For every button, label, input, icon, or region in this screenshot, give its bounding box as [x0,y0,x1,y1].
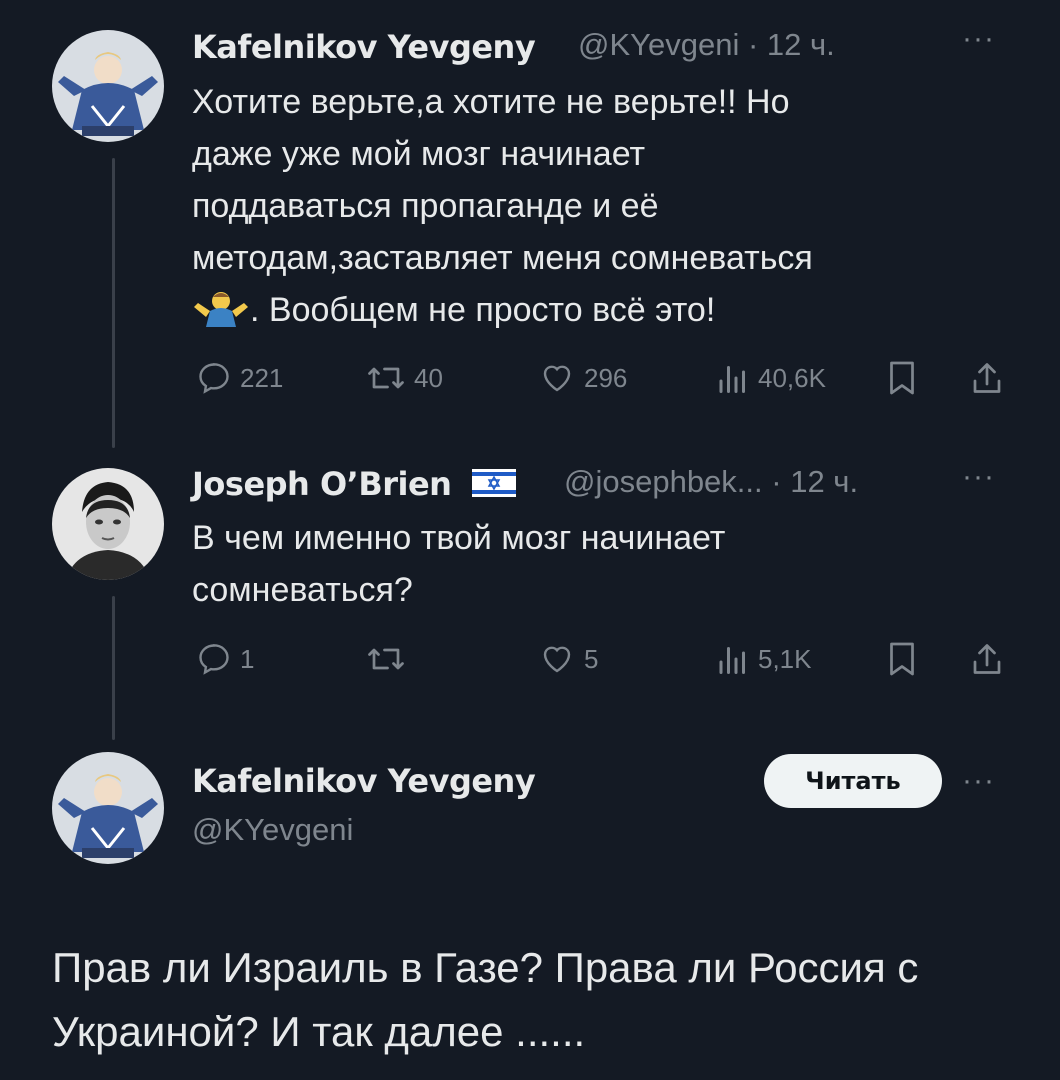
tweet-text-line: сомневаться? [192,571,413,609]
thread-line [112,596,115,740]
tweet-actions: 1 5 5,1K [196,637,1006,681]
timestamp[interactable]: · 12 ч. [748,27,835,62]
reply-count: 221 [240,362,284,393]
tweet-text-line: методам,заставляет меня сомневаться [192,239,813,277]
reply-button[interactable]: 221 [196,356,283,400]
israel-flag-icon [472,467,517,497]
like-count: 5 [584,643,599,674]
tweet-text-line: поддаваться пропаганде и её [192,187,659,225]
views-button[interactable]: 40,6K [716,356,826,400]
tweet-text-line: даже уже мой мозг начинает [192,135,646,173]
like-icon [543,646,571,673]
profile-handle[interactable]: @KYevgeni [192,812,353,848]
thread-line [112,158,115,448]
tweet-actions: 221 40 296 40,6K [196,356,1006,400]
like-button[interactable]: 5 [538,637,598,681]
like-count: 296 [584,362,628,393]
views-icon [719,647,745,674]
share-button[interactable] [970,637,1004,681]
profile-name[interactable]: Kafelnikov Yevgeny [192,762,536,800]
tweet-text: В чем именно твой мозг начинает сомневат… [192,512,725,616]
main-post-line: Прав ли Израиль в Газе? Права ли Россия … [52,944,919,991]
views-count: 40,6K [758,362,826,393]
avatar-joseph[interactable] [52,468,164,580]
bookmark-icon [890,361,914,395]
timestamp[interactable]: · 12 ч. [771,464,858,499]
tweet-text-line: . Вообщем не просто всё это! [192,284,813,336]
follow-button[interactable]: Читать [764,754,942,808]
tweet-meta: @KYevgeni · 12 ч. [578,27,835,63]
views-count: 5,1K [758,643,812,674]
reply-icon [199,644,229,675]
reply-button[interactable]: 1 [196,637,254,681]
author-name-text: Joseph O’Brien [192,465,452,503]
more-options-icon[interactable]: ··· [962,460,995,494]
retweet-button[interactable] [366,637,414,681]
avatar-kafelnikov[interactable] [52,752,164,864]
bookmark-button[interactable] [886,637,918,681]
more-options-icon[interactable]: ··· [962,764,995,798]
share-icon [973,363,1001,393]
bookmark-icon [890,642,914,676]
tweet-meta: @josephbek... · 12 ч. [564,464,858,500]
retweet-icon [368,367,404,389]
tweet-text-line: В чем именно твой мозг начинает [192,519,726,557]
views-icon [719,366,745,393]
more-options-icon[interactable]: ··· [962,22,995,56]
share-button[interactable] [970,356,1004,400]
author-name[interactable]: Joseph O’Brien [192,465,517,503]
retweet-button[interactable]: 40 [366,356,443,400]
reply-count: 1 [240,643,255,674]
like-button[interactable]: 296 [538,356,627,400]
tweet-text-line-end: . Вообщем не просто всё это! [250,291,716,329]
author-handle[interactable]: @KYevgeni [578,27,739,62]
bookmark-button[interactable] [886,356,918,400]
author-handle[interactable]: @josephbek... [564,464,763,499]
tweet-text-line: Хотите верьте,а хотите не верьте!! Но [192,83,790,121]
man-shrugging-emoji [192,289,250,327]
tweet-text: Хотите верьте,а хотите не верьте!! Но да… [192,76,813,336]
retweet-count: 40 [414,362,443,393]
views-button[interactable]: 5,1K [716,637,812,681]
main-post-line: Украиной? И так далее ...... [52,1008,586,1055]
retweet-icon [368,648,404,670]
author-name[interactable]: Kafelnikov Yevgeny [192,28,536,66]
reply-icon [199,363,229,394]
share-icon [973,644,1001,674]
main-post-text: Прав ли Израиль в Газе? Права ли Россия … [52,936,918,1064]
avatar-kafelnikov[interactable] [52,30,164,142]
like-icon [543,365,571,392]
